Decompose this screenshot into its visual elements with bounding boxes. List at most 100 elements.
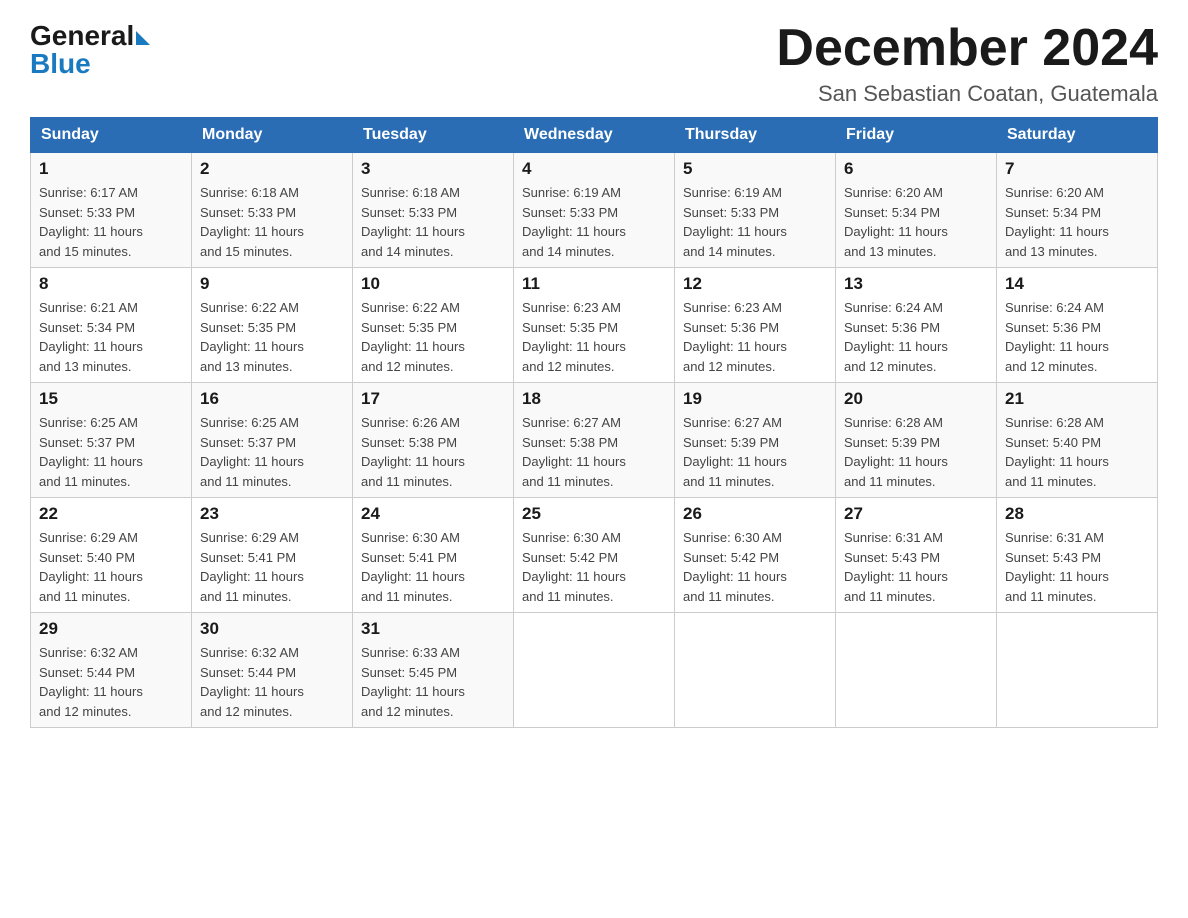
table-cell: 1 Sunrise: 6:17 AM Sunset: 5:33 PM Dayli…	[31, 153, 192, 268]
day-info: Sunrise: 6:29 AM Sunset: 5:41 PM Dayligh…	[200, 528, 344, 606]
page-header: General Blue December 2024 San Sebastian…	[30, 20, 1158, 107]
header-row: Sunday Monday Tuesday Wednesday Thursday…	[31, 118, 1158, 153]
table-cell: 12 Sunrise: 6:23 AM Sunset: 5:36 PM Dayl…	[675, 268, 836, 383]
table-cell: 7 Sunrise: 6:20 AM Sunset: 5:34 PM Dayli…	[997, 153, 1158, 268]
day-info: Sunrise: 6:19 AM Sunset: 5:33 PM Dayligh…	[522, 183, 666, 261]
day-number: 10	[361, 274, 505, 294]
day-info: Sunrise: 6:33 AM Sunset: 5:45 PM Dayligh…	[361, 643, 505, 721]
day-number: 22	[39, 504, 183, 524]
day-number: 16	[200, 389, 344, 409]
day-number: 19	[683, 389, 827, 409]
day-info: Sunrise: 6:26 AM Sunset: 5:38 PM Dayligh…	[361, 413, 505, 491]
table-cell	[675, 613, 836, 728]
day-info: Sunrise: 6:24 AM Sunset: 5:36 PM Dayligh…	[844, 298, 988, 376]
day-info: Sunrise: 6:25 AM Sunset: 5:37 PM Dayligh…	[200, 413, 344, 491]
table-row: 29 Sunrise: 6:32 AM Sunset: 5:44 PM Dayl…	[31, 613, 1158, 728]
logo: General Blue	[30, 20, 150, 80]
day-number: 7	[1005, 159, 1149, 179]
day-number: 13	[844, 274, 988, 294]
col-friday: Friday	[836, 118, 997, 153]
day-number: 12	[683, 274, 827, 294]
day-number: 9	[200, 274, 344, 294]
day-info: Sunrise: 6:29 AM Sunset: 5:40 PM Dayligh…	[39, 528, 183, 606]
table-cell: 20 Sunrise: 6:28 AM Sunset: 5:39 PM Dayl…	[836, 383, 997, 498]
table-cell: 17 Sunrise: 6:26 AM Sunset: 5:38 PM Dayl…	[353, 383, 514, 498]
col-monday: Monday	[192, 118, 353, 153]
day-number: 24	[361, 504, 505, 524]
calendar-body: 1 Sunrise: 6:17 AM Sunset: 5:33 PM Dayli…	[31, 153, 1158, 728]
day-number: 17	[361, 389, 505, 409]
day-info: Sunrise: 6:22 AM Sunset: 5:35 PM Dayligh…	[200, 298, 344, 376]
table-cell: 28 Sunrise: 6:31 AM Sunset: 5:43 PM Dayl…	[997, 498, 1158, 613]
day-info: Sunrise: 6:20 AM Sunset: 5:34 PM Dayligh…	[1005, 183, 1149, 261]
day-info: Sunrise: 6:28 AM Sunset: 5:40 PM Dayligh…	[1005, 413, 1149, 491]
table-cell	[514, 613, 675, 728]
table-cell	[997, 613, 1158, 728]
day-number: 5	[683, 159, 827, 179]
table-cell: 13 Sunrise: 6:24 AM Sunset: 5:36 PM Dayl…	[836, 268, 997, 383]
day-info: Sunrise: 6:30 AM Sunset: 5:42 PM Dayligh…	[683, 528, 827, 606]
table-row: 15 Sunrise: 6:25 AM Sunset: 5:37 PM Dayl…	[31, 383, 1158, 498]
day-info: Sunrise: 6:19 AM Sunset: 5:33 PM Dayligh…	[683, 183, 827, 261]
day-number: 29	[39, 619, 183, 639]
table-cell: 24 Sunrise: 6:30 AM Sunset: 5:41 PM Dayl…	[353, 498, 514, 613]
day-info: Sunrise: 6:23 AM Sunset: 5:36 PM Dayligh…	[683, 298, 827, 376]
table-cell: 15 Sunrise: 6:25 AM Sunset: 5:37 PM Dayl…	[31, 383, 192, 498]
day-number: 18	[522, 389, 666, 409]
day-info: Sunrise: 6:27 AM Sunset: 5:38 PM Dayligh…	[522, 413, 666, 491]
day-info: Sunrise: 6:32 AM Sunset: 5:44 PM Dayligh…	[200, 643, 344, 721]
day-number: 27	[844, 504, 988, 524]
day-number: 15	[39, 389, 183, 409]
day-info: Sunrise: 6:32 AM Sunset: 5:44 PM Dayligh…	[39, 643, 183, 721]
table-cell: 26 Sunrise: 6:30 AM Sunset: 5:42 PM Dayl…	[675, 498, 836, 613]
table-cell: 3 Sunrise: 6:18 AM Sunset: 5:33 PM Dayli…	[353, 153, 514, 268]
day-info: Sunrise: 6:31 AM Sunset: 5:43 PM Dayligh…	[844, 528, 988, 606]
table-cell: 21 Sunrise: 6:28 AM Sunset: 5:40 PM Dayl…	[997, 383, 1158, 498]
calendar-header: Sunday Monday Tuesday Wednesday Thursday…	[31, 118, 1158, 153]
table-cell: 30 Sunrise: 6:32 AM Sunset: 5:44 PM Dayl…	[192, 613, 353, 728]
day-info: Sunrise: 6:18 AM Sunset: 5:33 PM Dayligh…	[361, 183, 505, 261]
day-info: Sunrise: 6:18 AM Sunset: 5:33 PM Dayligh…	[200, 183, 344, 261]
day-info: Sunrise: 6:31 AM Sunset: 5:43 PM Dayligh…	[1005, 528, 1149, 606]
table-cell: 22 Sunrise: 6:29 AM Sunset: 5:40 PM Dayl…	[31, 498, 192, 613]
table-cell: 10 Sunrise: 6:22 AM Sunset: 5:35 PM Dayl…	[353, 268, 514, 383]
day-info: Sunrise: 6:27 AM Sunset: 5:39 PM Dayligh…	[683, 413, 827, 491]
table-cell: 11 Sunrise: 6:23 AM Sunset: 5:35 PM Dayl…	[514, 268, 675, 383]
col-wednesday: Wednesday	[514, 118, 675, 153]
day-info: Sunrise: 6:24 AM Sunset: 5:36 PM Dayligh…	[1005, 298, 1149, 376]
table-cell: 27 Sunrise: 6:31 AM Sunset: 5:43 PM Dayl…	[836, 498, 997, 613]
day-number: 21	[1005, 389, 1149, 409]
table-cell: 18 Sunrise: 6:27 AM Sunset: 5:38 PM Dayl…	[514, 383, 675, 498]
day-number: 30	[200, 619, 344, 639]
day-info: Sunrise: 6:25 AM Sunset: 5:37 PM Dayligh…	[39, 413, 183, 491]
day-number: 8	[39, 274, 183, 294]
table-cell: 29 Sunrise: 6:32 AM Sunset: 5:44 PM Dayl…	[31, 613, 192, 728]
day-number: 4	[522, 159, 666, 179]
day-number: 25	[522, 504, 666, 524]
col-saturday: Saturday	[997, 118, 1158, 153]
table-cell: 14 Sunrise: 6:24 AM Sunset: 5:36 PM Dayl…	[997, 268, 1158, 383]
table-cell: 5 Sunrise: 6:19 AM Sunset: 5:33 PM Dayli…	[675, 153, 836, 268]
day-info: Sunrise: 6:22 AM Sunset: 5:35 PM Dayligh…	[361, 298, 505, 376]
day-info: Sunrise: 6:30 AM Sunset: 5:41 PM Dayligh…	[361, 528, 505, 606]
day-info: Sunrise: 6:30 AM Sunset: 5:42 PM Dayligh…	[522, 528, 666, 606]
title-area: December 2024 San Sebastian Coatan, Guat…	[776, 20, 1158, 107]
day-number: 28	[1005, 504, 1149, 524]
col-sunday: Sunday	[31, 118, 192, 153]
table-row: 8 Sunrise: 6:21 AM Sunset: 5:34 PM Dayli…	[31, 268, 1158, 383]
day-info: Sunrise: 6:23 AM Sunset: 5:35 PM Dayligh…	[522, 298, 666, 376]
day-number: 23	[200, 504, 344, 524]
day-number: 6	[844, 159, 988, 179]
month-title: December 2024	[776, 20, 1158, 77]
day-number: 11	[522, 274, 666, 294]
table-cell: 19 Sunrise: 6:27 AM Sunset: 5:39 PM Dayl…	[675, 383, 836, 498]
day-info: Sunrise: 6:20 AM Sunset: 5:34 PM Dayligh…	[844, 183, 988, 261]
table-cell: 4 Sunrise: 6:19 AM Sunset: 5:33 PM Dayli…	[514, 153, 675, 268]
table-cell: 23 Sunrise: 6:29 AM Sunset: 5:41 PM Dayl…	[192, 498, 353, 613]
table-row: 1 Sunrise: 6:17 AM Sunset: 5:33 PM Dayli…	[31, 153, 1158, 268]
day-info: Sunrise: 6:17 AM Sunset: 5:33 PM Dayligh…	[39, 183, 183, 261]
day-info: Sunrise: 6:28 AM Sunset: 5:39 PM Dayligh…	[844, 413, 988, 491]
table-cell: 31 Sunrise: 6:33 AM Sunset: 5:45 PM Dayl…	[353, 613, 514, 728]
table-row: 22 Sunrise: 6:29 AM Sunset: 5:40 PM Dayl…	[31, 498, 1158, 613]
calendar-table: Sunday Monday Tuesday Wednesday Thursday…	[30, 117, 1158, 728]
